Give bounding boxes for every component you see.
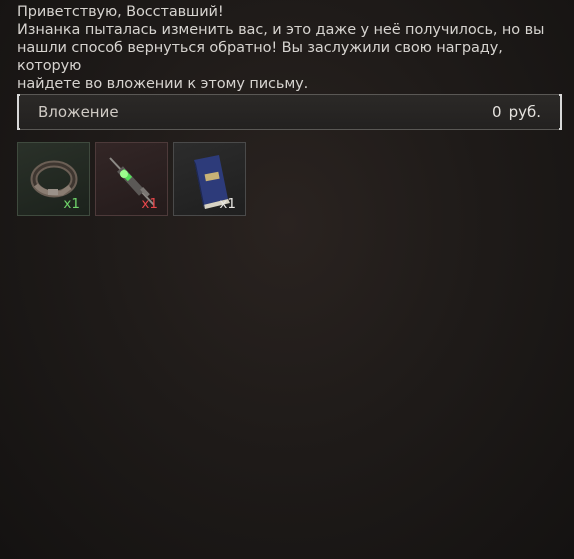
message-line-3: найдете во вложении к этому письму. [17, 76, 309, 92]
attachment-amount: 0 [492, 103, 502, 121]
attachment-money: 0 руб. [492, 103, 541, 121]
item-slot-belt[interactable]: x1 [17, 142, 90, 216]
item-slot-book[interactable]: x1 [173, 142, 246, 216]
attachment-currency: руб. [508, 103, 541, 121]
item-quantity: x1 [219, 196, 236, 212]
message-line-1: Изнанка пыталась изменить вас, и это даж… [17, 22, 545, 38]
item-slot-syringe[interactable]: x1 [95, 142, 168, 216]
mail-message-body: Приветствую, Восставший! Изнанка пыталас… [17, 3, 562, 93]
book-icon [194, 155, 230, 209]
syringe-icon [109, 157, 155, 206]
item-quantity: x1 [63, 196, 80, 212]
message-line-2: нашли способ вернуться обратно! Вы заслу… [17, 40, 503, 74]
item-quantity: x1 [141, 196, 158, 212]
attachment-items: x1 x1 x1 [17, 142, 246, 216]
message-greeting: Приветствую, Восставший! [17, 4, 224, 20]
attachment-bar: Вложение 0 руб. [17, 94, 562, 130]
attachment-label: Вложение [38, 103, 119, 121]
belt-icon [30, 160, 78, 198]
